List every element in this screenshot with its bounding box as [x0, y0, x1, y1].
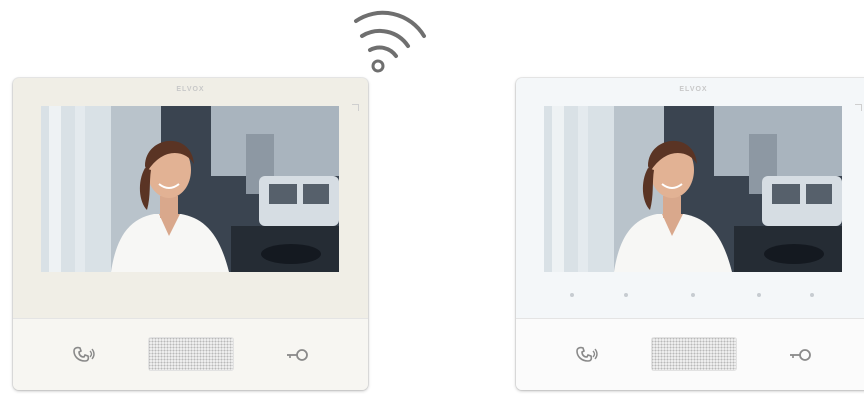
- video-intercom-monitor-white: ELVOX: [516, 78, 864, 390]
- speaker-grille: [148, 337, 234, 371]
- talk-button[interactable]: [71, 345, 97, 365]
- touch-key-1[interactable]: [570, 293, 574, 297]
- door-open-button[interactable]: [788, 345, 814, 365]
- door-key-icon: [287, 349, 308, 361]
- brand-logo: ELVOX: [679, 86, 708, 93]
- visitor-video-image: [544, 106, 842, 272]
- sensor-mark: [855, 104, 862, 111]
- talk-button[interactable]: [574, 345, 600, 365]
- wifi-icon: [354, 10, 426, 73]
- video-intercom-monitor-ivory: ELVOX: [13, 78, 368, 390]
- handset-talk-icon: [576, 346, 598, 362]
- touch-key-row: [544, 288, 842, 304]
- sensor-mark: [352, 104, 359, 111]
- touch-key-5[interactable]: [810, 293, 814, 297]
- handset-talk-icon: [73, 346, 95, 362]
- door-open-button[interactable]: [285, 345, 311, 365]
- brand-logo: ELVOX: [176, 86, 205, 93]
- video-screen[interactable]: [544, 106, 842, 272]
- touch-key-3[interactable]: [691, 293, 695, 297]
- speaker-grille: [651, 337, 737, 371]
- touch-key-2[interactable]: [624, 293, 628, 297]
- door-key-icon: [790, 349, 811, 361]
- control-panel: [516, 318, 864, 390]
- visitor-video-image: [41, 106, 339, 272]
- control-panel: [13, 318, 368, 390]
- touch-key-4[interactable]: [757, 293, 761, 297]
- video-screen[interactable]: [41, 106, 339, 272]
